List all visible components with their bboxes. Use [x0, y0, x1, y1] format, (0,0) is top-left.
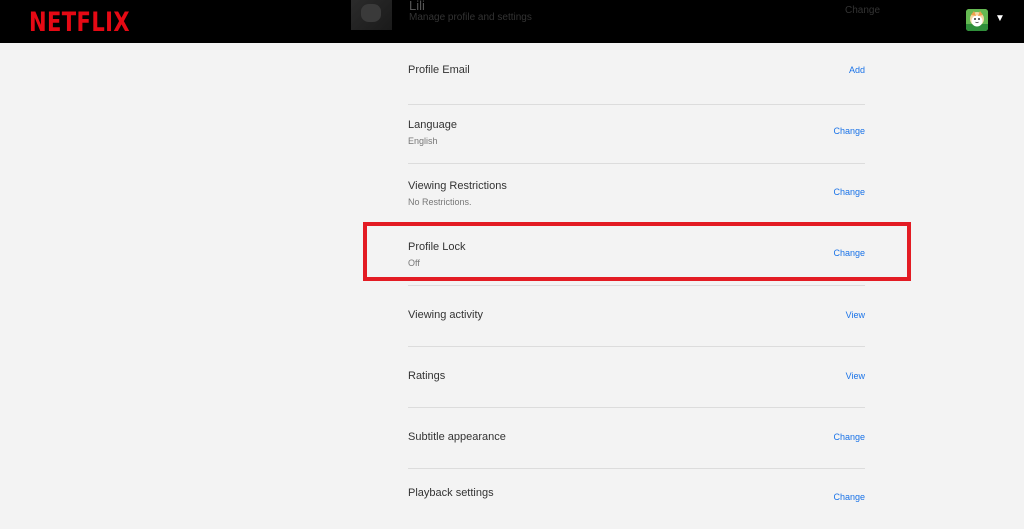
language-value: English [408, 136, 438, 146]
chevron-down-icon[interactable]: ▼ [995, 14, 1005, 24]
setting-row-profile-lock: Profile Lock Off Change [408, 224, 865, 286]
setting-row-viewing-activity: Viewing activity View [408, 285, 865, 347]
setting-row-ratings: Ratings View [408, 346, 865, 408]
viewing-restrictions-value: No Restrictions. [408, 197, 472, 207]
setting-row-subtitle-appearance: Subtitle appearance Change [408, 407, 865, 469]
viewing-restrictions-change-link[interactable]: Change [833, 187, 865, 197]
viewing-restrictions-label: Viewing Restrictions [408, 180, 507, 192]
ratings-view-link[interactable]: View [846, 371, 865, 381]
viewing-activity-label: Viewing activity [408, 309, 483, 321]
ratings-label: Ratings [408, 370, 446, 382]
playback-settings-label: Playback settings [408, 487, 494, 499]
profile-thumbnail [351, 0, 392, 30]
setting-row-playback-settings: Playback settings Change [408, 468, 865, 529]
profile-lock-value: Off [408, 258, 420, 268]
profile-header-action[interactable]: Change [845, 5, 880, 16]
profile-lock-change-link[interactable]: Change [833, 248, 865, 258]
profile-lock-label: Profile Lock [408, 241, 466, 253]
language-change-link[interactable]: Change [833, 126, 865, 136]
language-label: Language [408, 119, 457, 131]
avatar-icon [966, 9, 988, 31]
setting-row-language: Language English Change [408, 102, 865, 164]
top-navigation-bar: NETFLIX Lili Manage profile and settings… [0, 0, 1024, 43]
viewing-activity-view-link[interactable]: View [846, 310, 865, 320]
subtitle-appearance-label: Subtitle appearance [408, 431, 506, 443]
subtitle-appearance-change-link[interactable]: Change [833, 432, 865, 442]
setting-row-viewing-restrictions: Viewing Restrictions No Restrictions. Ch… [408, 163, 865, 225]
setting-row-profile-email: Profile Email Add [408, 43, 865, 105]
avatar[interactable] [966, 9, 988, 31]
netflix-logo[interactable]: NETFLIX [29, 7, 130, 38]
profile-email-add-link[interactable]: Add [849, 65, 865, 75]
profile-header-subtitle: Manage profile and settings [409, 12, 532, 23]
profile-email-label: Profile Email [408, 64, 470, 76]
